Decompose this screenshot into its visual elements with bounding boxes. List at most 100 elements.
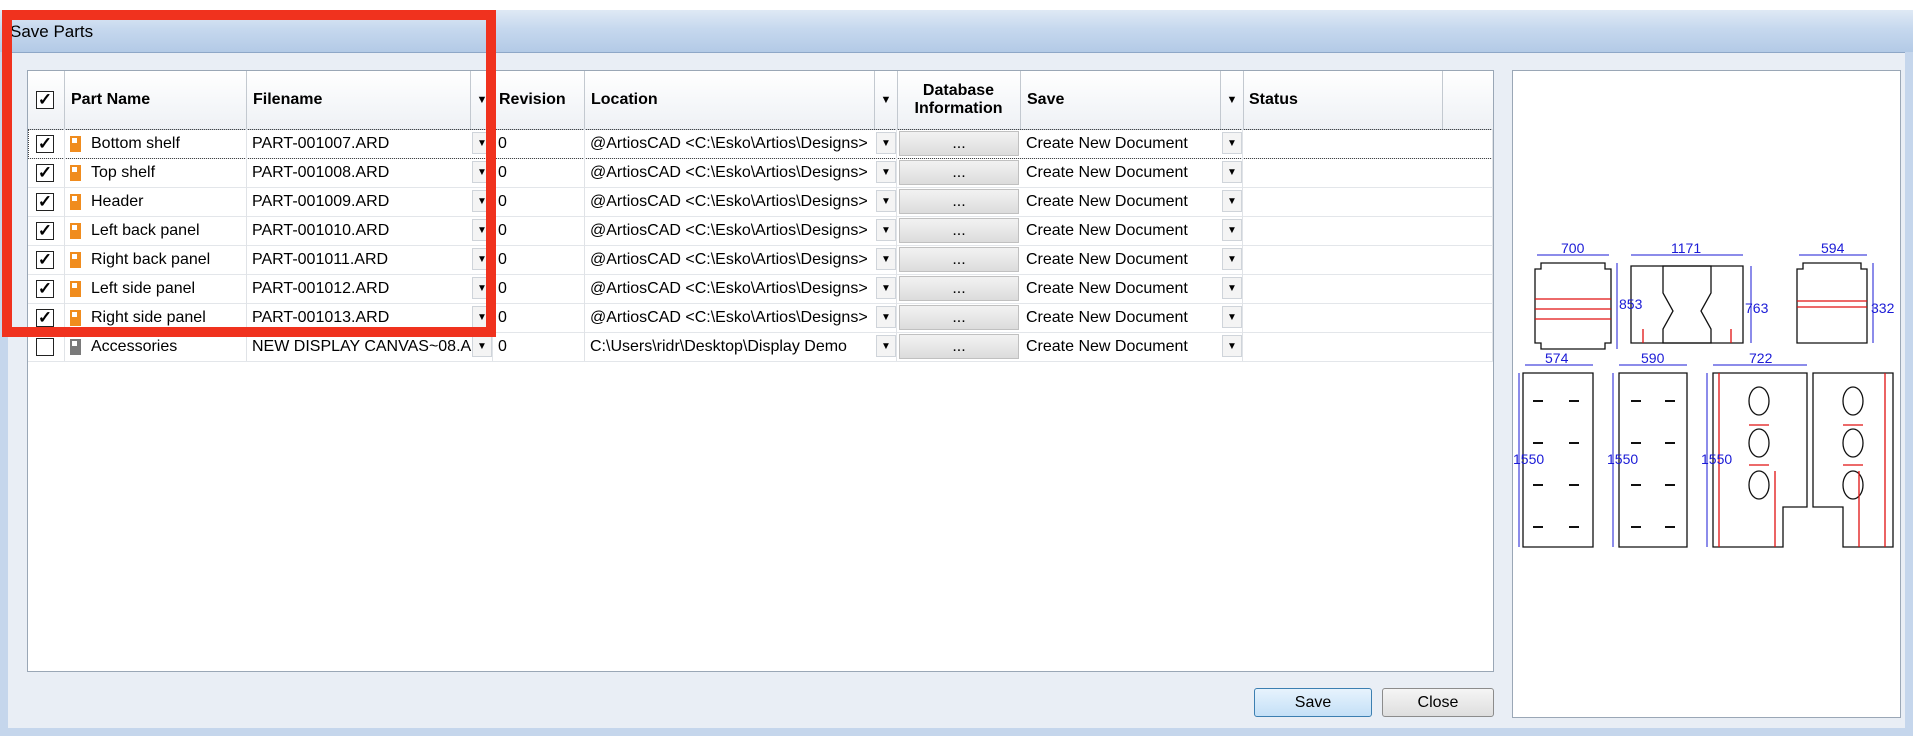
save-mode-dropdown-icon[interactable]: ▼	[1222, 248, 1242, 270]
part-header-outline	[1630, 265, 1744, 344]
header-database-information[interactable]: Database Information	[897, 71, 1021, 129]
save-mode-dropdown-icon[interactable]: ▼	[1222, 161, 1242, 183]
part-right-back-panel-outline	[1812, 372, 1894, 548]
location: @ArtiosCAD <C:\Esko\Artios\Designs>	[590, 279, 868, 297]
location-dropdown-icon[interactable]: ▼	[876, 161, 896, 183]
slot-5	[1842, 428, 1864, 458]
save-mode-cell[interactable]: Create New Document	[1021, 187, 1243, 216]
save-mode-cell[interactable]: Create New Document	[1021, 274, 1243, 303]
location: @ArtiosCAD <C:\Esko\Artios\Designs>	[590, 163, 868, 181]
save-mode-dropdown-icon[interactable]: ▼	[1222, 219, 1242, 241]
database-info-button[interactable]: ...	[899, 160, 1019, 185]
revision-cell[interactable]: 0	[493, 332, 585, 361]
header-revision[interactable]: Revision	[493, 71, 585, 129]
save-mode-cell[interactable]: Create New Document	[1021, 245, 1243, 274]
revision-cell[interactable]: 0	[493, 158, 585, 187]
revision: 0	[498, 308, 507, 326]
assembly-icon	[70, 338, 81, 355]
parts-preview: 700 1171 594 853 763 332 574 590 722 155…	[1512, 70, 1901, 718]
dim-height-2: 1550	[1607, 451, 1638, 467]
status-cell	[1243, 187, 1493, 216]
header-location[interactable]: Location	[585, 71, 875, 129]
revision-cell[interactable]: 0	[493, 129, 585, 158]
location-cell[interactable]: @ArtiosCAD <C:\Esko\Artios\Designs>	[585, 274, 897, 303]
location-dropdown-icon[interactable]: ▼	[876, 132, 896, 154]
highlight-annotation-box	[2, 10, 496, 337]
save-mode-dropdown-icon[interactable]: ▼	[1222, 190, 1242, 212]
status-cell	[1243, 216, 1493, 245]
database-info-button[interactable]: ...	[899, 276, 1019, 301]
location-cell[interactable]: @ArtiosCAD <C:\Esko\Artios\Designs>	[585, 129, 897, 158]
save-mode: Create New Document	[1026, 192, 1188, 210]
dim-side-1: 853	[1619, 296, 1643, 312]
location-dropdown-icon[interactable]: ▼	[876, 277, 896, 299]
database-info-button[interactable]: ...	[899, 189, 1019, 214]
location-cell[interactable]: @ArtiosCAD <C:\Esko\Artios\Designs>	[585, 245, 897, 274]
location-dropdown-icon[interactable]: ▼	[876, 335, 896, 357]
location: @ArtiosCAD <C:\Esko\Artios\Designs>	[590, 250, 868, 268]
revision: 0	[498, 163, 507, 181]
location-dropdown-icon[interactable]: ▼	[876, 190, 896, 212]
part-header-cutout	[1662, 265, 1712, 344]
database-info-button[interactable]: ...	[899, 131, 1019, 156]
revision: 0	[498, 221, 507, 239]
database-info-button[interactable]: ...	[899, 218, 1019, 243]
save-button[interactable]: Save	[1254, 688, 1372, 717]
revision-cell[interactable]: 0	[493, 187, 585, 216]
dim-side-3: 332	[1871, 300, 1895, 316]
database-info-button[interactable]: ...	[899, 334, 1019, 359]
location-cell[interactable]: C:\Users\ridr\Desktop\Display Demo	[585, 332, 897, 361]
save-mode-cell[interactable]: Create New Document	[1021, 303, 1243, 332]
dim-top-3: 594	[1821, 240, 1845, 256]
location: C:\Users\ridr\Desktop\Display Demo	[590, 337, 847, 355]
status-cell	[1243, 303, 1493, 332]
window-frame-right	[1905, 52, 1913, 736]
close-button[interactable]: Close	[1382, 688, 1494, 717]
save-mode: Create New Document	[1026, 337, 1188, 355]
save-mode: Create New Document	[1026, 134, 1188, 152]
location-cell[interactable]: @ArtiosCAD <C:\Esko\Artios\Designs>	[585, 187, 897, 216]
save-mode-cell[interactable]: Create New Document	[1021, 332, 1243, 361]
header-database-line2: Information	[914, 100, 1003, 117]
header-save[interactable]: Save	[1021, 71, 1221, 129]
dim-side-2: 763	[1745, 300, 1769, 316]
part-top-shelf-outline	[1796, 262, 1868, 344]
dim-height-1: 1550	[1513, 451, 1544, 467]
slot-6	[1842, 470, 1864, 500]
save-mode-dropdown-icon[interactable]: ▼	[1222, 277, 1242, 299]
save-mode-dropdown-icon[interactable]: ▼	[1222, 132, 1242, 154]
row-checkbox[interactable]	[36, 337, 54, 356]
save-mode-dropdown-icon[interactable]: ▼	[1222, 335, 1242, 357]
save-mode: Create New Document	[1026, 308, 1188, 326]
location-dropdown-icon[interactable]: ▼	[876, 248, 896, 270]
database-info-button[interactable]: ...	[899, 305, 1019, 330]
location: @ArtiosCAD <C:\Esko\Artios\Designs>	[590, 192, 868, 210]
revision-cell[interactable]: 0	[493, 245, 585, 274]
location-dropdown-icon[interactable]: ▼	[876, 219, 896, 241]
filename-dropdown-icon[interactable]: ▼	[472, 335, 492, 357]
status-cell	[1243, 129, 1493, 158]
location-chevron-down-icon: ▼	[875, 71, 898, 129]
save-mode: Create New Document	[1026, 221, 1188, 239]
save-mode-cell[interactable]: Create New Document	[1021, 158, 1243, 187]
revision-cell[interactable]: 0	[493, 216, 585, 245]
header-status[interactable]: Status	[1243, 71, 1443, 129]
database-info-button[interactable]: ...	[899, 247, 1019, 272]
save-mode-dropdown-icon[interactable]: ▼	[1222, 306, 1242, 328]
revision-cell[interactable]: 0	[493, 303, 585, 332]
save-mode-cell[interactable]: Create New Document	[1021, 129, 1243, 158]
location-cell[interactable]: @ArtiosCAD <C:\Esko\Artios\Designs>	[585, 216, 897, 245]
location-cell[interactable]: @ArtiosCAD <C:\Esko\Artios\Designs>	[585, 303, 897, 332]
location-cell[interactable]: @ArtiosCAD <C:\Esko\Artios\Designs>	[585, 158, 897, 187]
revision: 0	[498, 134, 507, 152]
dim-bottom-1: 574	[1545, 350, 1569, 366]
status-cell	[1243, 245, 1493, 274]
location-dropdown-icon[interactable]: ▼	[876, 306, 896, 328]
save-mode: Create New Document	[1026, 250, 1188, 268]
dim-bottom-3: 722	[1749, 350, 1773, 366]
slot-3	[1748, 470, 1770, 500]
location: @ArtiosCAD <C:\Esko\Artios\Designs>	[590, 308, 868, 326]
save-mode-cell[interactable]: Create New Document	[1021, 216, 1243, 245]
revision-cell[interactable]: 0	[493, 274, 585, 303]
part-name: Accessories	[91, 337, 178, 355]
